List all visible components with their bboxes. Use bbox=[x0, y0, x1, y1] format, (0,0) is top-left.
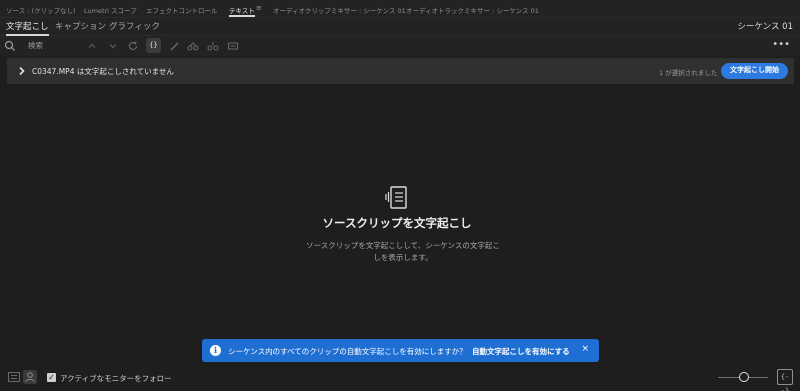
subtab-transcript[interactable]: 文字起こし bbox=[6, 20, 49, 36]
panel-footer: ✓ アクティブなモニターをフォロー {--} bbox=[0, 365, 800, 391]
tab-effect-controls[interactable]: エフェクトコントロール bbox=[146, 5, 218, 15]
split-segment-icon[interactable] bbox=[206, 39, 220, 53]
sequence-label: シーケンス 01 bbox=[737, 22, 793, 32]
chevron-right-icon[interactable] bbox=[17, 65, 27, 77]
tab-audio-clip-mixer[interactable]: オーディオクリップミキサー : シーケンス 01 bbox=[273, 5, 406, 15]
subtab-captions[interactable]: キャプション bbox=[55, 20, 106, 32]
tab-lumetri-scopes[interactable]: Lumetri スコープ bbox=[84, 5, 137, 15]
pencil-icon[interactable] bbox=[168, 39, 182, 53]
speaker-view-icon[interactable] bbox=[23, 370, 37, 384]
enable-auto-transcribe-link[interactable]: 自動文字起こしを有効にする bbox=[472, 346, 570, 357]
empty-state-title: ソースクリップを文字起こし bbox=[322, 216, 472, 230]
merge-segments-icon[interactable] bbox=[186, 39, 200, 53]
subtab-graphics[interactable]: グラフィック bbox=[109, 20, 160, 32]
active-tab-underline bbox=[229, 15, 255, 17]
braces-icon[interactable]: {} bbox=[146, 38, 161, 53]
transcript-toolbar: 検索 {} ••• bbox=[0, 36, 800, 56]
search-icon[interactable] bbox=[3, 39, 17, 53]
start-transcription-button[interactable]: 文字起こし開始 bbox=[721, 63, 788, 79]
hamburger-menu-icon[interactable]: ≡ bbox=[256, 4, 262, 12]
clip-name: C0347.MP4 は文字起こしされていません bbox=[32, 67, 174, 76]
text-panel-subtabs: 文字起こし キャプション グラフィック シーケンス 01 bbox=[0, 18, 800, 36]
search-input[interactable]: 検索 bbox=[28, 40, 43, 51]
list-view-icon[interactable] bbox=[7, 370, 21, 384]
auto-transcribe-notification: i シーケンス内のすべてのクリップの自動文字起こしを有効にしますか？ 自動文字起… bbox=[202, 339, 599, 362]
panel-tab-bar: ソース : (クリップなし) Lumetri スコープ エフェクトコントロール … bbox=[0, 0, 800, 18]
chevron-down-icon[interactable] bbox=[106, 39, 120, 53]
tab-audio-track-mixer[interactable]: オーディオトラックミキサー : シーケンス 01 bbox=[406, 5, 539, 15]
tab-source[interactable]: ソース : (クリップなし) bbox=[6, 5, 76, 15]
notification-message: シーケンス内のすべてのクリップの自動文字起こしを有効にしますか？ bbox=[228, 347, 467, 356]
refresh-icon[interactable] bbox=[126, 39, 140, 53]
tab-text[interactable]: テキスト bbox=[229, 5, 255, 17]
follow-monitor-checkbox[interactable]: ✓ bbox=[47, 373, 56, 382]
export-icon[interactable] bbox=[226, 39, 240, 53]
tab-text-label: テキスト bbox=[229, 7, 255, 15]
subtab-transcript-label: 文字起こし bbox=[6, 22, 49, 32]
empty-state-description: ソースクリップを文字起こしして、シーケンスの文字起こしを表示します。 bbox=[306, 241, 500, 262]
clip-status-bar: C0347.MP4 は文字起こしされていません 1 が選択されました 文字起こし… bbox=[7, 58, 794, 84]
zoom-slider-handle[interactable] bbox=[739, 372, 749, 382]
info-icon: i bbox=[210, 345, 221, 356]
chevron-up-icon[interactable] bbox=[85, 39, 99, 53]
transcript-icon bbox=[383, 185, 409, 211]
selection-status: 1 が選択されました bbox=[659, 69, 718, 77]
close-icon[interactable]: × bbox=[581, 344, 589, 354]
more-icon[interactable]: ••• bbox=[772, 39, 790, 50]
follow-monitor-label: アクティブなモニターをフォロー bbox=[60, 374, 172, 383]
zoom-fit-button[interactable]: {--} bbox=[777, 369, 793, 391]
